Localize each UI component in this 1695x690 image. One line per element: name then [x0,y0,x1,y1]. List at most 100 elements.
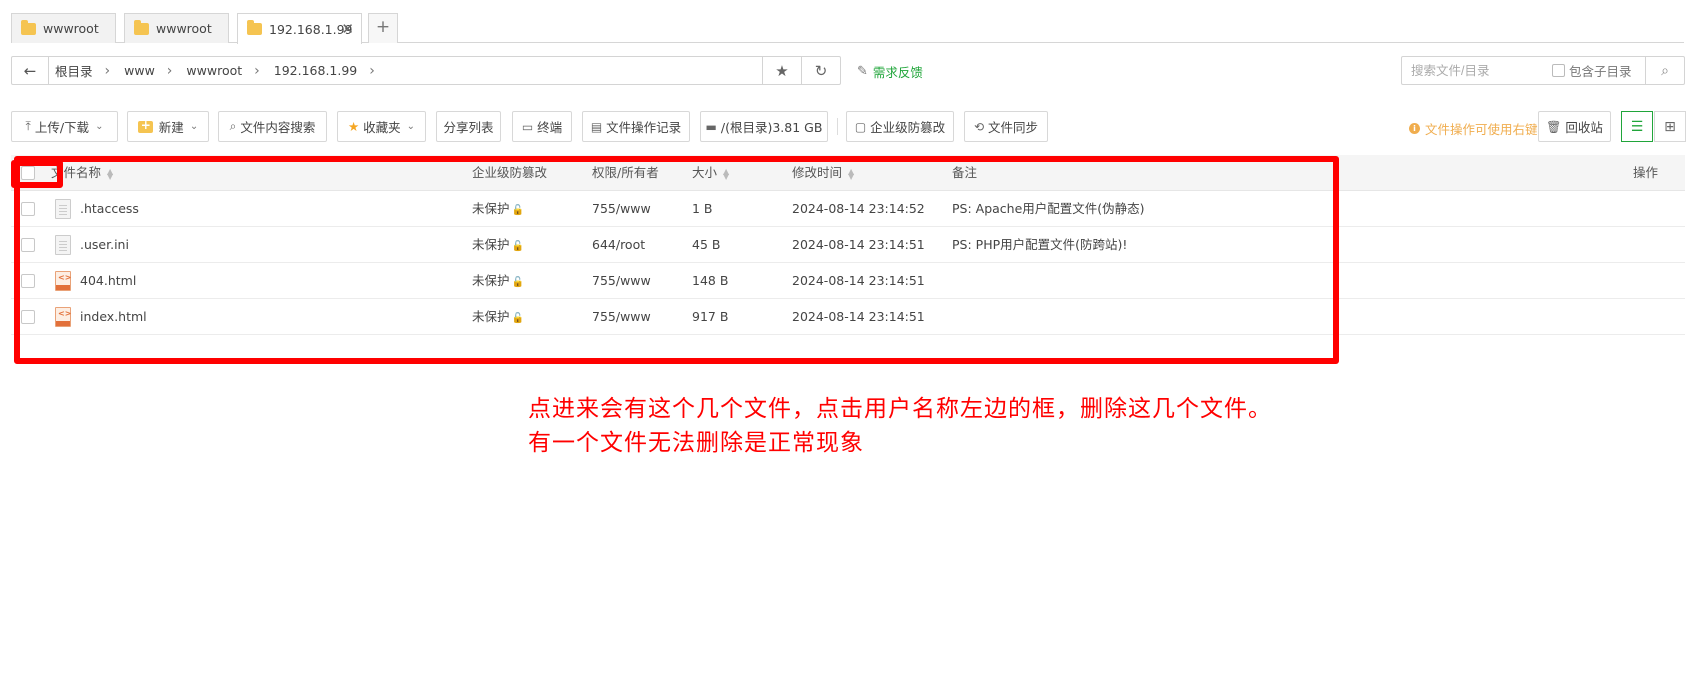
permission[interactable]: 644/root [592,227,645,263]
recycle-bin-button[interactable]: 🗑 回收站 [1538,111,1611,142]
folder-icon [21,19,36,35]
file-name[interactable]: .user.ini [80,227,129,263]
upload-download-button[interactable]: ⤒ 上传/下载 ⌄ [11,111,118,142]
permission[interactable]: 755/www [592,263,651,299]
upload-icon: ⤒ [25,119,31,133]
table-row[interactable]: index.html 未保护🔓 755/www 917 B 2024-08-14… [11,299,1685,335]
tamper-status: 未保护 🔓 [472,299,524,335]
tab-wwwroot-1[interactable]: wwwroot [11,13,116,43]
favorites-button[interactable]: ★ 收藏夹 ⌄ [337,111,426,142]
lock-icon[interactable]: 🔓 [512,205,524,216]
file-name[interactable]: 404.html [80,263,136,299]
sort-icon: ▲ ▼ [848,166,855,181]
row-checkbox[interactable] [21,310,35,324]
table-row[interactable]: .htaccess 未保护 🔓 755/www 1 B 2024-08-14 23… [11,191,1685,227]
annotation-line-2: 有一个文件无法删除是正常现象 [528,430,864,456]
search-input[interactable] [1402,58,1550,83]
disk-label: /(根目录)3.81 GB [720,120,823,135]
file-name[interactable]: .htaccess [80,191,139,227]
file-sync-label: 文件同步 [988,120,1039,135]
operation-log-button[interactable]: ▤ 文件操作记录 [582,111,690,142]
file-size: 1 B [692,201,713,216]
list-view-button[interactable]: ☰ [1621,111,1653,142]
chevron-down-icon: ⌄ [406,121,416,132]
feedback-link[interactable]: ✎ 需求反馈 [857,62,923,81]
breadcrumb: 根目录 › www › wwwroot › 192.168.1.99 › [49,57,762,84]
share-list-label: 分享列表 [443,120,494,135]
document-icon: ▤ [590,119,603,134]
chevron-down-icon: ⌄ [189,121,199,132]
tab-192-168-1-99[interactable]: 192.168.1.99 ✕ [237,13,362,44]
lock-icon[interactable]: 🔓 [512,313,524,324]
sort-icon: ▲ ▼ [107,166,114,181]
favorite-button[interactable]: ★ [762,57,801,84]
tab-label: wwwroot [156,21,212,36]
file-size: 917 B [692,309,729,324]
grid-view-button[interactable]: ⊞ [1654,111,1686,142]
column-name-label: 文件名称 [51,165,102,180]
column-actions: 操作 [1633,165,1659,180]
table-row[interactable]: 404.html 未保护🔓 755/www 148 B 2024-08-14 2… [11,263,1685,299]
upload-download-label: 上传/下载 [34,120,90,135]
refresh-button[interactable]: ↻ [801,57,840,84]
breadcrumb-item[interactable]: www [124,63,155,78]
new-folder-icon [137,118,153,133]
add-tab-button[interactable]: + [368,13,398,43]
chevron-right-icon: › [166,62,173,79]
row-checkbox[interactable] [21,274,35,288]
chevron-right-icon: › [104,62,111,79]
tamper-status-label: 未保护 [472,201,510,216]
shield-icon: ▢ [854,119,867,134]
trash-icon: 🗑 [1546,119,1562,134]
column-name[interactable]: 文件名称 ▲ ▼ [51,155,113,191]
address-bar: ← 根目录 › www › wwwroot › 192.168.1.99 › ★… [11,56,841,85]
table-header: 文件名称 ▲ ▼ 企业级防篡改 权限/所有者 大小 ▲ ▼ 修改时间 ▲ ▼ 备注 操作 [11,155,1685,191]
lock-icon[interactable]: 🔓 [512,277,524,288]
permission[interactable]: 755/www [592,191,651,227]
tamper-status: 未保护 🔓 [472,191,524,227]
new-button[interactable]: 新建 ⌄ [127,111,209,142]
share-list-button[interactable]: 分享列表 [436,111,501,142]
include-subdir-checkbox[interactable] [1552,64,1565,77]
modified-time: 2024-08-14 23:14:52 [792,201,925,216]
content-search-label: 文件内容搜索 [240,120,316,135]
tab-wwwroot-2[interactable]: wwwroot [124,13,229,43]
permission[interactable]: 755/www [592,299,651,335]
disk-button[interactable]: ▬ /(根目录)3.81 GB [700,111,828,142]
row-checkbox[interactable] [21,202,35,216]
search-box: 包含子目录 ⌕ [1401,56,1685,85]
modified-time: 2024-08-14 23:14:51 [792,273,925,288]
select-all-checkbox[interactable] [21,166,35,180]
row-checkbox[interactable] [21,238,35,252]
breadcrumb-item[interactable]: wwwroot [186,63,242,78]
text-file-icon [55,199,71,219]
tamper-proof-button[interactable]: ▢ 企业级防篡改 [846,111,954,142]
favorites-label: 收藏夹 [363,120,401,135]
terminal-button[interactable]: ▭ 终端 [512,111,572,142]
close-icon[interactable]: ✕ [341,20,354,38]
file-sync-button[interactable]: ⟲ 文件同步 [964,111,1048,142]
breadcrumb-item[interactable]: 192.168.1.99 [274,63,358,78]
feedback-label: 需求反馈 [872,65,923,80]
file-size: 45 B [692,237,721,252]
info-icon: i [1409,123,1420,134]
file-name[interactable]: index.html [80,299,147,335]
back-button[interactable]: ← [12,57,49,84]
lock-icon[interactable]: 🔓 [512,241,524,252]
modified-time: 2024-08-14 23:14:51 [792,237,925,252]
arrow-left-icon: ← [23,61,37,80]
tamper-status: 未保护 🔓 [472,263,524,299]
folder-icon [247,20,262,35]
include-subdir-toggle[interactable]: 包含子目录 [1552,61,1632,80]
tamper-status-label: 未保护 [472,309,510,324]
sync-icon: ⟲ [973,119,985,134]
breadcrumb-item[interactable]: 根目录 [55,61,93,80]
grid-icon: ⊞ [1664,118,1676,135]
table-row[interactable]: .user.ini 未保护 🔓 644/root 45 B 2024-08-14 … [11,227,1685,263]
column-size[interactable]: 大小 ▲ ▼ [692,155,729,191]
search-button[interactable]: ⌕ [1645,57,1684,84]
content-search-button[interactable]: ⌕ 文件内容搜索 [218,111,327,142]
column-mtime[interactable]: 修改时间 ▲ ▼ [792,155,854,191]
column-note: 备注 [952,165,978,180]
annotation-line-1: 点进来会有这个几个文件，点击用户名称左边的框，删除这几个文件。 [528,396,1272,422]
